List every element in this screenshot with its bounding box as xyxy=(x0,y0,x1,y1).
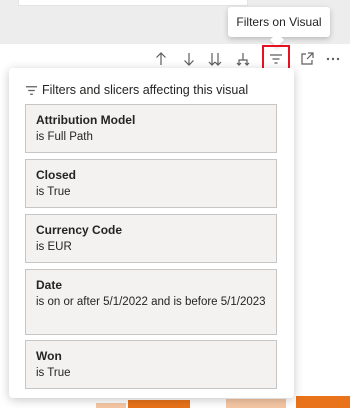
filter-lines-icon xyxy=(25,85,38,95)
filters-on-visual-tooltip: Filters on Visual xyxy=(228,7,330,37)
filter-card-attribution-model[interactable]: Attribution Model is Full Path xyxy=(25,104,277,153)
filter-name: Date xyxy=(36,278,63,292)
tooltip-text: Filters on Visual xyxy=(236,15,322,29)
filter-card-closed[interactable]: Closed is True xyxy=(25,159,277,208)
chart-bar-fragment xyxy=(96,403,126,408)
chart-bar-fragment xyxy=(296,396,350,408)
chart-bar-fragment xyxy=(128,400,190,408)
filter-condition: is True xyxy=(36,186,71,198)
focus-mode-icon[interactable] xyxy=(296,47,318,71)
filter-card-won[interactable]: Won is True xyxy=(25,340,277,389)
filter-card-date[interactable]: Date is on or after 5/1/2022 and is befo… xyxy=(25,269,277,335)
filter-name: Currency Code xyxy=(36,223,123,237)
filter-condition: is True xyxy=(36,367,71,379)
chart-bar-fragment xyxy=(226,399,286,408)
filter-card-currency-code[interactable]: Currency Code is EUR xyxy=(25,214,277,263)
filter-condition: is Full Path xyxy=(36,131,93,143)
filter-name: Closed xyxy=(36,168,77,182)
panel-title: Filters and slicers affecting this visua… xyxy=(42,83,249,97)
panel-header: Filters and slicers affecting this visua… xyxy=(25,82,248,98)
filter-condition: is on or after 5/1/2022 and is before 5/… xyxy=(36,296,266,308)
filter-name: Attribution Model xyxy=(36,113,136,127)
more-options-icon[interactable] xyxy=(322,47,344,71)
visual-filters-panel: Filters and slicers affecting this visua… xyxy=(9,68,294,398)
filter-name: Won xyxy=(36,349,62,363)
filter-condition: is EUR xyxy=(36,241,72,253)
top-visual-edge xyxy=(18,0,248,6)
